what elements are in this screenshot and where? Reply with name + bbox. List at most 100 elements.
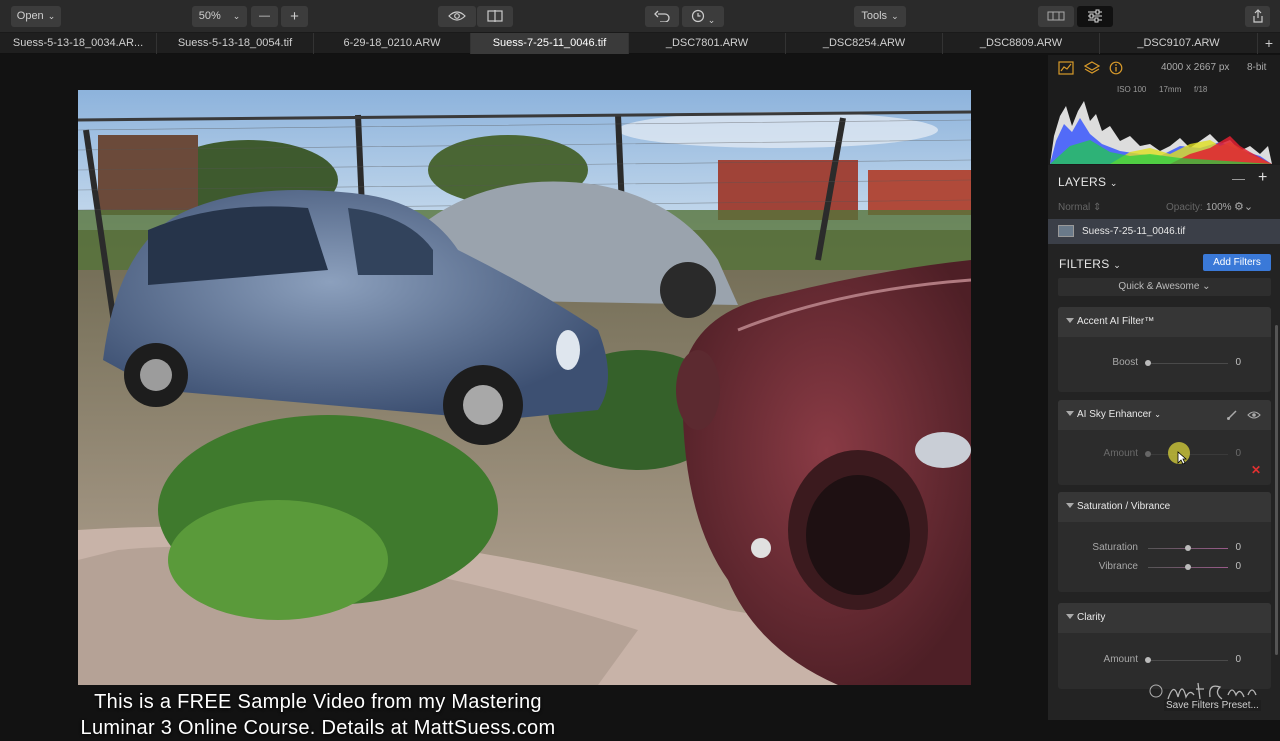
slider-knob[interactable] — [1145, 657, 1151, 663]
promo-caption: This is a FREE Sample Video from my Mast… — [28, 689, 608, 741]
eye-icon — [448, 11, 466, 21]
share-button[interactable] — [1245, 6, 1270, 27]
slider-label: Boost — [1112, 357, 1138, 368]
zoom-in-button[interactable]: + — [281, 6, 308, 27]
history-button[interactable]: ⌄ — [682, 6, 724, 27]
share-icon — [1252, 9, 1263, 23]
filter-accent-ai: Accent AI Filter™ Boost 0 — [1058, 307, 1271, 392]
zoom-label: 50% — [198, 10, 221, 22]
workspace-value: Quick & Awesome — [1118, 281, 1200, 292]
saturation-slider[interactable]: Saturation 0 — [1058, 542, 1271, 556]
vibrance-slider[interactable]: Vibrance 0 — [1058, 561, 1271, 575]
iso-value: ISO 100 — [1117, 85, 1147, 94]
slider-knob[interactable] — [1145, 451, 1151, 457]
chevron-down-icon: ⌄ — [707, 15, 716, 25]
mouse-pointer-icon — [1177, 451, 1187, 465]
layers-title-text: LAYERS — [1058, 175, 1107, 189]
tab-image[interactable]: _DSC8254.ARW — [786, 33, 943, 54]
image-canvas[interactable]: This is a FREE Sample Video from my Mast… — [0, 55, 1048, 739]
tab-image[interactable]: 6-29-18_0210.ARW — [314, 33, 471, 54]
zoom-out-icon: — — [259, 10, 270, 22]
collapse-triangle-icon — [1066, 318, 1074, 323]
preview-button[interactable] — [438, 6, 476, 27]
histogram — [1050, 101, 1272, 164]
slider-knob[interactable] — [1185, 545, 1191, 551]
promo-line-1: This is a FREE Sample Video from my Mast… — [94, 691, 542, 713]
chevron-down-icon: ⌄ — [1154, 410, 1161, 419]
undo-icon — [654, 10, 670, 23]
slider-label: Vibrance — [1098, 561, 1138, 572]
scrollbar[interactable] — [1275, 325, 1278, 655]
eye-icon[interactable] — [1247, 410, 1261, 420]
gear-icon[interactable]: ⚙⌄ — [1234, 200, 1253, 213]
undo-button[interactable] — [645, 6, 679, 27]
layers-icon[interactable] — [1084, 61, 1100, 75]
tools-button[interactable]: Tools ⌄ — [854, 6, 906, 27]
chevron-down-icon: ⌄ — [1113, 260, 1122, 270]
library-view-button[interactable] — [1038, 6, 1074, 27]
slider-track[interactable] — [1148, 363, 1228, 364]
histogram-icon[interactable] — [1058, 61, 1074, 75]
add-layer-button[interactable]: + — [1258, 169, 1267, 187]
slider-knob[interactable] — [1185, 564, 1191, 570]
layer-thumbnail — [1058, 225, 1074, 237]
photo-scene — [78, 90, 971, 685]
tab-image[interactable]: Suess-5-13-18_0034.AR... — [0, 33, 157, 54]
zoom-out-button[interactable]: — — [251, 6, 278, 27]
open-button[interactable]: Open ⌄ — [11, 6, 61, 27]
aperture: f/18 — [1194, 85, 1208, 94]
blend-mode-select[interactable]: Normal ⇕ — [1058, 202, 1101, 213]
filter-name-text: AI Sky Enhancer — [1077, 409, 1152, 420]
layer-name: Suess-7-25-11_0046.tif — [1082, 226, 1186, 237]
collapse-triangle-icon — [1066, 411, 1074, 416]
brush-icon[interactable] — [1226, 409, 1238, 421]
slider-label: Amount — [1103, 448, 1138, 459]
image-dimensions: 4000 x 2667 px — [1161, 62, 1230, 73]
info-icon[interactable] — [1109, 61, 1123, 75]
save-filters-preset-button[interactable]: Save Filters Preset... — [1164, 700, 1261, 711]
collapse-triangle-icon — [1066, 614, 1074, 619]
blend-mode-value: Normal — [1058, 202, 1091, 213]
chevron-down-icon: ⌄ — [1109, 178, 1118, 188]
filter-saturation-vibrance: Saturation / Vibrance Saturation 0 Vibra… — [1058, 492, 1271, 592]
slider-value: 0 — [1235, 448, 1241, 459]
add-filters-button[interactable]: Add Filters — [1203, 254, 1271, 271]
filter-name: Clarity — [1077, 612, 1106, 623]
filter-header[interactable]: Clarity — [1058, 603, 1271, 633]
chevron-down-icon: ⌄ — [891, 11, 899, 21]
compare-button[interactable] — [477, 6, 513, 27]
tab-image-active[interactable]: Suess-7-25-11_0046.tif — [471, 33, 629, 54]
clarity-amount-slider[interactable]: Amount 0 — [1058, 654, 1271, 668]
boost-slider[interactable]: Boost 0 — [1058, 357, 1271, 371]
split-view-icon — [487, 10, 503, 22]
filter-header[interactable]: Accent AI Filter™ — [1058, 307, 1271, 337]
layers-title[interactable]: LAYERS ⌄ — [1058, 175, 1118, 189]
bit-depth: 8-bit — [1247, 62, 1267, 73]
tab-image[interactable]: _DSC7801.ARW — [629, 33, 786, 54]
tab-image[interactable]: _DSC9107.ARW — [1100, 33, 1258, 54]
layer-row[interactable]: Suess-7-25-11_0046.tif — [1048, 219, 1280, 244]
slider-knob[interactable] — [1145, 360, 1151, 366]
chevron-down-icon: ⌄ — [1202, 281, 1211, 292]
filter-ai-sky: AI Sky Enhancer ⌄ Amount 0 ✕ — [1058, 400, 1271, 485]
slider-track[interactable] — [1148, 660, 1228, 661]
reset-x-icon[interactable]: ✕ — [1251, 463, 1261, 477]
slider-value: 0 — [1235, 542, 1241, 553]
edit-view-button[interactable] — [1077, 6, 1113, 27]
workspace-select[interactable]: Quick & Awesome ⌄ — [1058, 278, 1271, 296]
tools-label: Tools — [861, 10, 888, 22]
chevron-down-icon: ⌄ — [232, 11, 241, 21]
opacity-value[interactable]: 100% — [1206, 202, 1232, 213]
zoom-select[interactable]: 50% ⌄ — [192, 6, 247, 27]
amount-slider[interactable]: Amount 0 — [1058, 448, 1271, 462]
filmstrip-icon — [1047, 11, 1065, 21]
filter-name: AI Sky Enhancer ⌄ — [1077, 409, 1161, 420]
filters-title[interactable]: FILTERS ⌄ — [1059, 257, 1121, 271]
filter-header[interactable]: AI Sky Enhancer ⌄ — [1058, 400, 1271, 430]
add-tab-button[interactable]: + — [1258, 33, 1280, 53]
filter-header[interactable]: Saturation / Vibrance — [1058, 492, 1271, 522]
remove-layer-button[interactable]: — — [1232, 171, 1245, 186]
tab-image[interactable]: _DSC8809.ARW — [943, 33, 1100, 54]
slider-label: Amount — [1103, 654, 1138, 665]
tab-image[interactable]: Suess-5-13-18_0054.tif — [157, 33, 314, 54]
